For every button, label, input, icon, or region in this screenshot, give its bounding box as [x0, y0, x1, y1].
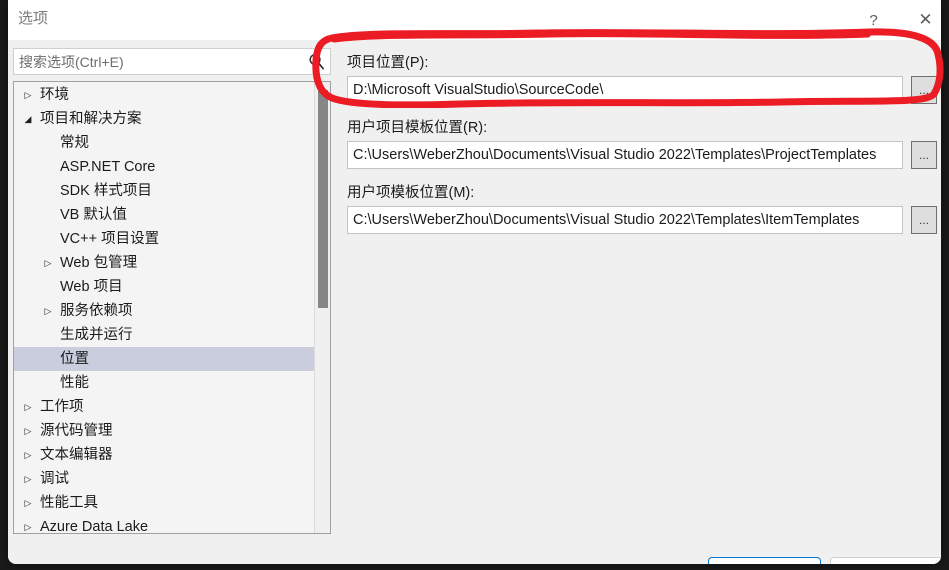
- tree-item-label: 生成并运行: [60, 327, 133, 343]
- tree-item-label: 工作项: [40, 399, 84, 415]
- tree-item-6[interactable]: VC++ 项目设置: [14, 227, 314, 251]
- tree-item-3[interactable]: ASP.NET Core: [14, 155, 314, 179]
- tree-item-17[interactable]: ▷ 性能工具: [14, 491, 314, 515]
- tree-item-label: Web 包管理: [60, 255, 138, 271]
- tree-item-7[interactable]: ▷ Web 包管理: [14, 251, 314, 275]
- tree-item-4[interactable]: SDK 样式项目: [14, 179, 314, 203]
- chevron-right-icon[interactable]: ▷: [40, 299, 56, 323]
- tree-item-0[interactable]: ▷ 环境: [14, 83, 314, 107]
- tree-item-label: 调试: [40, 471, 69, 487]
- options-tree-panel: ▷ 环境 ◢ 项目和解决方案 常规 ASP.NET Core SDK 样式项目 VB 默认值 V…: [13, 81, 331, 534]
- tree-item-label: 位置: [60, 351, 89, 367]
- dialog-body: ▷环境◢项目和解决方案常规ASP.NET CoreSDK 样式项目VB 默认值V…: [8, 40, 941, 564]
- tree-item-16[interactable]: ▷ 调试: [14, 467, 314, 491]
- user-project-templates-input[interactable]: [347, 141, 903, 169]
- cancel-button[interactable]: 取消: [830, 557, 941, 564]
- tree-item-label: ASP.NET Core: [60, 159, 156, 175]
- tree-item-label: VC++ 项目设置: [60, 231, 160, 247]
- tree-item-13[interactable]: ▷ 工作项: [14, 395, 314, 419]
- user-item-templates-input[interactable]: [347, 206, 903, 234]
- user-item-templates-label: 用户项模板位置(M):: [347, 185, 475, 201]
- chevron-right-icon[interactable]: ▷: [20, 491, 36, 515]
- tree-scrollbar-track[interactable]: [314, 82, 330, 533]
- chevron-right-icon[interactable]: ▷: [20, 419, 36, 443]
- tree-item-label: 源代码管理: [40, 423, 113, 439]
- chevron-right-icon[interactable]: ▷: [20, 515, 36, 533]
- tree-item-label: 文本编辑器: [40, 447, 113, 463]
- tree-item-label: 项目和解决方案: [40, 111, 142, 127]
- tree-item-label: 服务依赖项: [60, 303, 133, 319]
- page-title: 选项: [18, 10, 49, 27]
- tree-item-11[interactable]: 位置: [14, 347, 314, 371]
- search-input[interactable]: [14, 49, 306, 74]
- tree-item-15[interactable]: ▷ 文本编辑器: [14, 443, 314, 467]
- user-project-templates-browse-button[interactable]: ...: [911, 141, 937, 169]
- chevron-right-icon[interactable]: ▷: [20, 395, 36, 419]
- tree-item-5[interactable]: VB 默认值: [14, 203, 314, 227]
- locations-settings-panel: 项目位置(P): ... 用户项目模板位置(R): ... 用户项模板位置(M)…: [339, 48, 937, 528]
- tree-scrollbar-thumb[interactable]: [318, 90, 328, 308]
- tree-item-14[interactable]: ▷ 源代码管理: [14, 419, 314, 443]
- tree-item-label: Web 项目: [60, 279, 123, 295]
- tree-item-label: SDK 样式项目: [60, 183, 152, 199]
- tree-item-label: Azure Data Lake: [40, 519, 149, 534]
- chevron-down-icon[interactable]: ◢: [20, 107, 36, 131]
- tree-item-9[interactable]: ▷ 服务依赖项: [14, 299, 314, 323]
- ok-button[interactable]: 确定: [708, 557, 821, 564]
- options-tree-list: ▷ 环境 ◢ 项目和解决方案 常规 ASP.NET Core SDK 样式项目 VB 默认值 V…: [14, 83, 314, 534]
- chevron-right-icon[interactable]: ▷: [20, 83, 36, 107]
- project-location-input[interactable]: [347, 76, 903, 104]
- close-icon[interactable]: ✕: [903, 0, 941, 40]
- tree-item-12[interactable]: 性能: [14, 371, 314, 395]
- user-project-templates-label: 用户项目模板位置(R):: [347, 120, 488, 136]
- tree-item-label: 性能: [60, 375, 89, 391]
- screenshot-root: 选项 ? ✕ ▷环境◢项目和解决方案常规ASP.NET CoreSDK 样式项目…: [0, 0, 949, 570]
- chevron-right-icon[interactable]: ▷: [20, 443, 36, 467]
- dialog-titlebar: 选项 ? ✕: [8, 0, 941, 40]
- tree-item-10[interactable]: 生成并运行: [14, 323, 314, 347]
- project-location-browse-button[interactable]: ...: [911, 76, 937, 104]
- search-box[interactable]: [13, 48, 331, 75]
- tree-item-1[interactable]: ◢ 项目和解决方案: [14, 107, 314, 131]
- tree-item-2[interactable]: 常规: [14, 131, 314, 155]
- tree-item-label: 性能工具: [40, 495, 98, 511]
- help-icon[interactable]: ?: [851, 0, 896, 40]
- options-dialog: 选项 ? ✕ ▷环境◢项目和解决方案常规ASP.NET CoreSDK 样式项目…: [8, 0, 941, 564]
- tree-item-label: 环境: [40, 87, 69, 103]
- chevron-right-icon[interactable]: ▷: [40, 251, 56, 275]
- tree-item-8[interactable]: Web 项目: [14, 275, 314, 299]
- chevron-right-icon[interactable]: ▷: [20, 467, 36, 491]
- tree-item-label: 常规: [60, 135, 89, 151]
- search-icon: [309, 54, 325, 70]
- user-item-templates-browse-button[interactable]: ...: [911, 206, 937, 234]
- tree-item-label: VB 默认值: [60, 207, 127, 223]
- project-location-label: 项目位置(P):: [347, 55, 429, 71]
- tree-item-18[interactable]: ▷ Azure Data Lake: [14, 515, 314, 534]
